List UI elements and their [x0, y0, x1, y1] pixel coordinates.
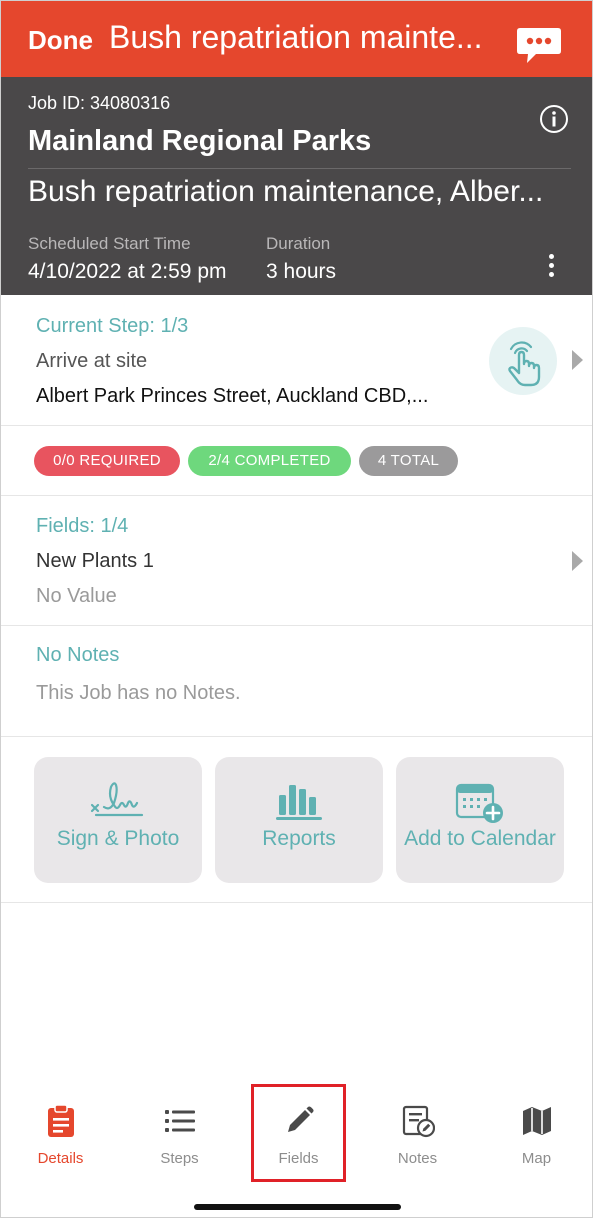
- tab-bar: Details Steps Fields Notes Map: [1, 1084, 592, 1184]
- sign-photo-button[interactable]: Sign & Photo: [34, 757, 202, 883]
- tab-notes-label: Notes: [397, 1150, 438, 1167]
- info-button[interactable]: [539, 104, 569, 134]
- job-header: Job ID: 34080316 Mainland Regional Parks…: [1, 77, 592, 295]
- reports-label: Reports: [262, 827, 336, 850]
- add-to-calendar-button[interactable]: Add to Calendar: [396, 757, 564, 883]
- reports-button[interactable]: Reports: [215, 757, 383, 883]
- app-screen: Done Bush repatriation mainte... Job ID:…: [0, 0, 593, 1218]
- done-button[interactable]: Done: [28, 25, 93, 56]
- bar-chart-icon: [276, 785, 322, 820]
- notes-text: This Job has no Notes.: [36, 682, 241, 704]
- start-time-label: Scheduled Start Time: [28, 234, 191, 253]
- tap-hand-icon: [508, 341, 541, 387]
- action-cards: Sign & Photo Reports Add to Calendar: [1, 737, 592, 903]
- tab-details[interactable]: Details: [1, 1084, 120, 1184]
- sign-photo-label: Sign & Photo: [56, 827, 180, 850]
- chat-button[interactable]: [516, 26, 562, 66]
- add-to-calendar-label: Add to Calendar: [404, 827, 556, 850]
- top-bar: Done Bush repatriation mainte...: [1, 1, 592, 77]
- start-time-value: 4/10/2022 at 2:59 pm: [28, 260, 227, 283]
- pencil-icon: [287, 1106, 314, 1132]
- field-value: No Value: [36, 585, 117, 607]
- step-address: Albert Park Princes Street, Auckland CBD…: [36, 385, 429, 407]
- fields-header: Fields: 1/4: [36, 515, 129, 537]
- job-id: Job ID: 34080316: [28, 93, 171, 113]
- notes-icon: [402, 1105, 435, 1138]
- list-icon: [164, 1110, 195, 1132]
- info-icon: [540, 105, 568, 133]
- map-icon: [522, 1107, 551, 1135]
- chevron-right-icon: [572, 350, 583, 370]
- duration-value: 3 hours: [266, 260, 337, 283]
- field-name: New Plants 1: [36, 550, 154, 572]
- status-badges: 0/0 REQUIRED 2/4 COMPLETED 4 TOTAL: [1, 426, 592, 496]
- home-indicator: [194, 1204, 401, 1210]
- total-badge: 4 TOTAL: [359, 446, 458, 476]
- tap-button[interactable]: [489, 327, 557, 395]
- page-title: Bush repatriation mainte...: [109, 19, 483, 55]
- job-title: Bush repatriation maintenance, Alber...: [28, 175, 544, 208]
- chat-bubble-icon: [517, 28, 561, 63]
- clipboard-icon: [47, 1104, 74, 1137]
- tab-map[interactable]: Map: [477, 1084, 592, 1184]
- duration-label: Duration: [266, 234, 331, 253]
- divider: [28, 168, 571, 169]
- required-badge: 0/0 REQUIRED: [34, 446, 180, 476]
- step-name: Arrive at site: [36, 350, 148, 372]
- tab-notes[interactable]: Notes: [358, 1084, 477, 1184]
- client-name: Mainland Regional Parks: [28, 125, 372, 157]
- notes-section: No Notes This Job has no Notes.: [1, 626, 592, 737]
- tab-details-label: Details: [37, 1150, 84, 1167]
- tab-map-label: Map: [521, 1150, 552, 1167]
- current-step-row[interactable]: Current Step: 1/3 Arrive at site Albert …: [1, 295, 592, 426]
- tab-steps[interactable]: Steps: [120, 1084, 239, 1184]
- more-button[interactable]: [541, 252, 561, 284]
- completed-badge: 2/4 COMPLETED: [188, 446, 351, 476]
- chevron-right-icon: [572, 551, 583, 571]
- current-step-header: Current Step: 1/3: [36, 315, 189, 337]
- notes-header: No Notes: [36, 644, 120, 666]
- calendar-add-icon: [455, 783, 503, 823]
- tab-fields[interactable]: Fields: [239, 1084, 358, 1184]
- tab-fields-label: Fields: [278, 1150, 319, 1167]
- more-vertical-icon: [541, 252, 561, 277]
- signature-icon: [90, 782, 144, 817]
- fields-row[interactable]: Fields: 1/4 New Plants 1 No Value: [1, 496, 592, 626]
- tab-steps-label: Steps: [160, 1150, 199, 1167]
